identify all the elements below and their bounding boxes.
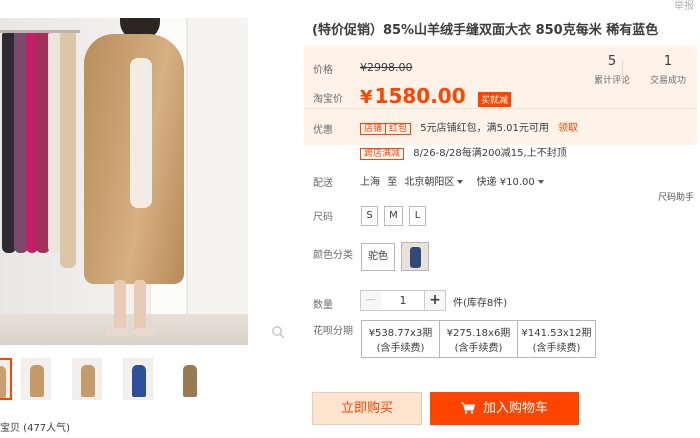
- installment-option-12[interactable]: ¥141.53x12期 (含手续费): [517, 320, 596, 358]
- size-option-m[interactable]: M: [384, 206, 403, 226]
- review-count-value: 5: [607, 54, 617, 69]
- main-product-image[interactable]: [0, 18, 248, 345]
- promo-badge: 买就减: [478, 92, 512, 107]
- review-count[interactable]: 5 累计评论: [592, 54, 632, 86]
- installment-fee-note: (含手续费): [532, 343, 581, 354]
- review-count-label: 累计评论: [593, 76, 630, 86]
- sales-count-value: 1: [663, 54, 673, 69]
- report-link[interactable]: 举报: [674, 0, 694, 12]
- cross-store-promo: 跨店满减 8/26-8/28每满200减15,上不封顶: [360, 144, 567, 160]
- discount-label: 优惠: [313, 125, 333, 136]
- ship-method: 快递: [476, 177, 497, 188]
- thumbnail-4[interactable]: [123, 358, 153, 400]
- thumbnail-strip: [0, 358, 260, 402]
- ship-from: 上海: [360, 177, 380, 188]
- quantity-increase-button[interactable]: +: [424, 290, 446, 311]
- installment-amount: ¥141.53x12期: [521, 328, 592, 339]
- quantity-label: 数量: [313, 300, 333, 311]
- size-label: 尺码: [313, 212, 333, 223]
- coupon-tag-shop: 店铺: [360, 123, 387, 135]
- shipping-label: 配送: [313, 178, 333, 189]
- ship-destination-select[interactable]: 北京朝阳区: [404, 177, 464, 188]
- installment-label: 花呗分期: [313, 326, 353, 337]
- stock-info: 件(库存8件): [453, 298, 508, 309]
- thumbnail-3[interactable]: [72, 358, 102, 400]
- color-option-camel[interactable]: 驼色: [361, 243, 395, 271]
- claim-coupon-link[interactable]: 领取: [558, 123, 578, 134]
- original-price: ¥2998.00: [360, 61, 413, 74]
- size-guide-link[interactable]: 尺码助手: [658, 190, 694, 203]
- popularity-count: 宝贝 (477人气): [0, 423, 71, 434]
- color-option-blue[interactable]: [401, 242, 429, 271]
- clothing-rack: [0, 26, 80, 276]
- cross-store-text: 8/26-8/28每满200减15,上不封顶: [413, 148, 567, 159]
- ship-to-word: 至: [387, 177, 398, 188]
- photo-door: [186, 18, 248, 318]
- add-to-cart-label: 加入购物车: [482, 401, 548, 416]
- sales-count-label: 交易成功: [649, 76, 686, 86]
- sale-price: ¥1580.00: [360, 84, 466, 108]
- coupon-row: 店铺 红包 5元店铺红包，满5.01元可用 领取: [360, 119, 578, 135]
- ship-fee: ¥10.00: [499, 177, 535, 188]
- taobao-price-label: 淘宝价: [313, 94, 343, 105]
- sale-price-value: 1580.00: [374, 84, 466, 108]
- coupon-tag-redpacket: 红包: [386, 123, 412, 135]
- installment-amount: ¥275.18x6期: [446, 328, 511, 339]
- currency-symbol: ¥: [360, 87, 373, 108]
- quantity-decrease-button[interactable]: −: [360, 290, 382, 311]
- ship-destination: 北京朝阳区: [404, 177, 455, 188]
- model-legs: [100, 280, 160, 336]
- add-to-cart-button[interactable]: 加入购物车: [430, 392, 579, 425]
- installment-fee-note: (含手续费): [454, 343, 503, 354]
- size-option-s[interactable]: S: [361, 206, 378, 226]
- installment-fee-note: (含手续费): [376, 343, 425, 354]
- installment-option-6[interactable]: ¥275.18x6期 (含手续费): [439, 320, 518, 358]
- stat-divider: [622, 60, 623, 82]
- shipping-row: 上海 至 北京朝阳区 快递 ¥10.00: [360, 173, 544, 188]
- ship-method-select[interactable]: 快递 ¥10.00: [477, 177, 544, 188]
- cart-icon: [460, 402, 475, 414]
- chevron-down-icon: [457, 180, 464, 184]
- zoom-icon[interactable]: [271, 325, 285, 339]
- buy-now-button[interactable]: 立即购买: [312, 392, 422, 425]
- blue-coat-swatch: [410, 247, 421, 268]
- thumbnail-5[interactable]: [174, 358, 204, 400]
- coupon-text: 5元店铺红包，满5.01元可用: [420, 123, 549, 134]
- thumbnail-1[interactable]: [0, 358, 12, 400]
- chevron-down-icon: [537, 180, 544, 184]
- thumbnail-2[interactable]: [21, 358, 51, 400]
- product-title: (特价促销）85%山羊绒手缝双面大衣 850克每米 稀有蓝色: [312, 23, 659, 38]
- installment-amount: ¥538.77x3期: [368, 328, 433, 339]
- quantity-input[interactable]: [381, 290, 425, 311]
- sales-count: 1 交易成功: [646, 54, 690, 86]
- panel-divider: [304, 108, 697, 109]
- installment-option-3[interactable]: ¥538.77x3期 (含手续费): [361, 320, 440, 358]
- price-label: 价格: [313, 65, 333, 76]
- inner-dress: [130, 58, 152, 208]
- size-option-l[interactable]: L: [409, 206, 426, 226]
- color-label: 颜色分类: [313, 250, 353, 261]
- price-panel: 价格 ¥2998.00 淘宝价 ¥1580.00 买就减 5 累计评论 1 交易…: [304, 46, 697, 145]
- cross-store-tag: 跨店满减: [360, 148, 405, 160]
